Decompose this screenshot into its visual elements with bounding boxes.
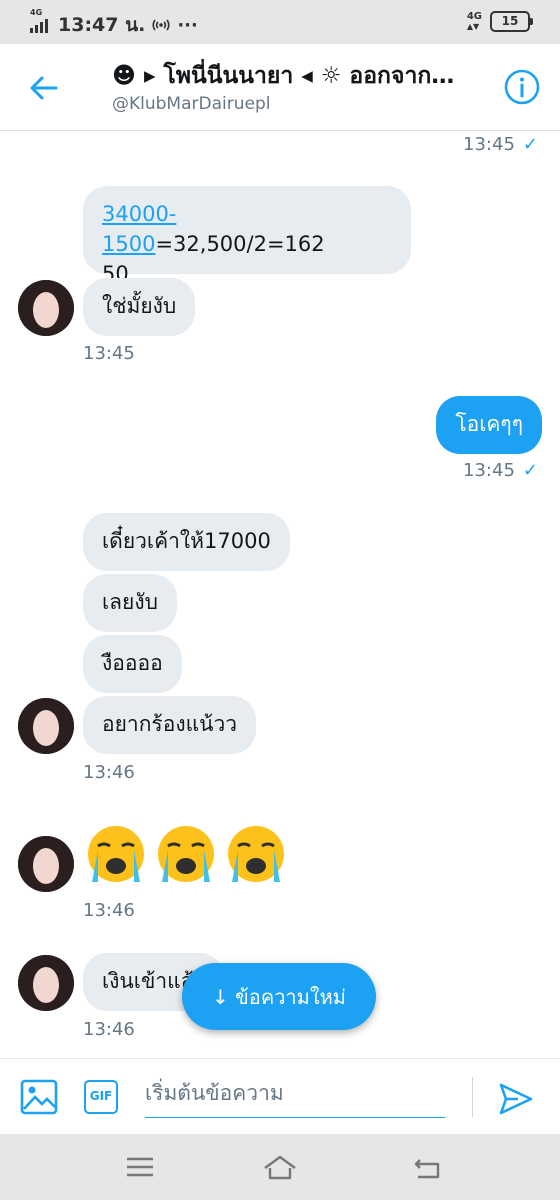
network-type-label: 4G [30,8,43,17]
message-input[interactable]: เริ่มต้นข้อความ [145,1073,445,1118]
incoming-message[interactable]: เลยงับ [83,574,177,632]
image-icon[interactable] [20,1079,58,1115]
avatar[interactable] [18,698,74,754]
signal-icon: 4G [30,8,48,33]
avatar[interactable] [18,280,74,336]
conversation-title[interactable]: ☻ ▸ โพนี่นีนนายา ◂ ☼ ออกจาก… [112,58,492,94]
message-timestamp: 13:45 [83,343,135,364]
message-timestamp: 13:46 [83,762,135,783]
loudly-crying-face-icon [88,826,144,882]
back-arrow-icon[interactable] [26,70,62,106]
hotspot-icon [152,19,170,31]
message-timestamp: 13:45 ✓ [463,134,538,155]
menu-icon[interactable] [122,1152,158,1182]
send-icon[interactable] [498,1081,534,1117]
loudly-crying-face-icon [228,826,284,882]
message-timestamp: 13:46 [83,900,135,921]
avatar[interactable] [18,836,74,892]
status-bar: 4G 13:47 น. ··· 4G ▲▼ 15 [0,0,560,44]
composer-divider [472,1077,473,1117]
incoming-message[interactable]: งืออออ [83,635,182,693]
system-nav-bar [0,1134,560,1200]
status-time: 13:47 น. [58,14,146,36]
more-status-icon: ··· [177,14,198,36]
incoming-message[interactable]: อยากร้องแน้วว [83,696,257,754]
network-type-right: 4G ▲▼ [466,10,482,31]
new-messages-button[interactable]: ↓ ข้อความใหม่ [182,963,376,1030]
sent-check-icon: ✓ [522,460,538,481]
incoming-message[interactable]: 34000-1500=32,500/2=162 50 [83,186,411,286]
incoming-message[interactable]: เดี๋ยวเค้าให้17000 [83,513,290,571]
sent-check-icon: ✓ [522,134,538,155]
outgoing-message[interactable]: โอเคๆๆ [436,396,542,454]
message-composer: GIF เริ่มต้นข้อความ [0,1058,560,1135]
gif-button[interactable]: GIF [84,1080,118,1114]
battery-icon: 15 [490,11,533,32]
back-nav-icon[interactable] [410,1152,446,1182]
status-right: 4G ▲▼ 15 [466,10,533,32]
conversation-handle: @KlubMarDairuepl [112,94,271,114]
message-text: =32,500/2=162 [155,232,325,256]
avatar[interactable] [18,955,74,1011]
status-left: 4G 13:47 น. ··· [30,8,198,40]
incoming-message[interactable]: ใช่มั้ยงับ [83,278,196,336]
conversation-header: ☻ ▸ โพนี่นีนนายา ◂ ☼ ออกจาก… @KlubMarDai… [0,44,560,131]
home-icon[interactable] [262,1152,298,1182]
message-timestamp: 13:45 ✓ [463,460,538,481]
loudly-crying-face-icon [158,826,214,882]
info-icon[interactable] [503,68,541,106]
message-timestamp: 13:46 [83,1019,135,1040]
